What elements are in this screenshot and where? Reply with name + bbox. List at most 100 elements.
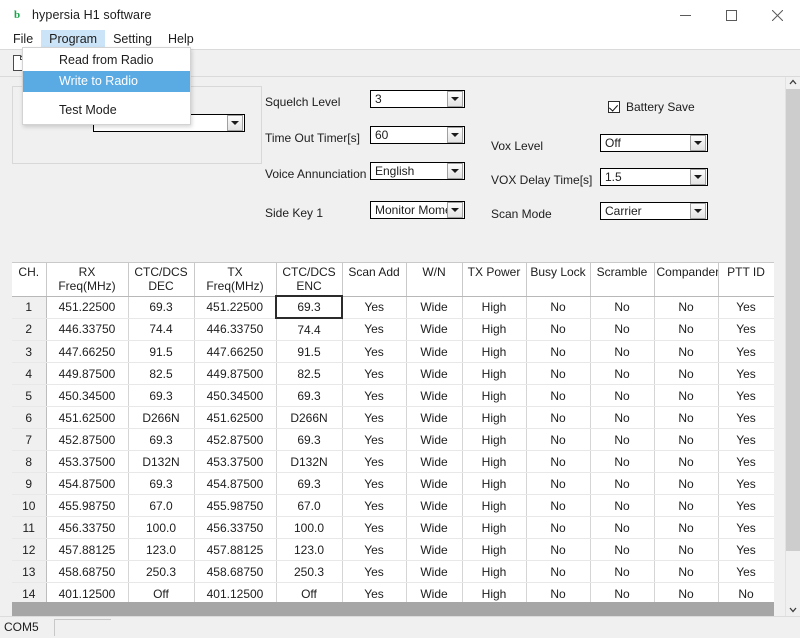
table-cell[interactable]: High [462, 517, 526, 539]
table-cell[interactable]: Wide [406, 561, 462, 583]
chevron-down-icon[interactable] [447, 163, 463, 179]
table-cell[interactable]: No [590, 451, 654, 473]
table-cell[interactable]: 456.33750 [46, 517, 128, 539]
table-cell[interactable]: Wide [406, 517, 462, 539]
table-cell[interactable]: Yes [342, 583, 406, 604]
table-cell[interactable]: No [590, 385, 654, 407]
row-header-cell[interactable]: 5 [12, 385, 46, 407]
row-header-cell[interactable]: 12 [12, 539, 46, 561]
table-cell[interactable]: 449.87500 [194, 363, 276, 385]
table-cell[interactable]: 100.0 [128, 517, 194, 539]
battery-save-checkbox[interactable]: Battery Save [608, 100, 695, 114]
table-cell[interactable]: No [654, 385, 718, 407]
table-row[interactable]: 9454.8750069.3454.8750069.3YesWideHighNo… [12, 473, 774, 495]
table-cell[interactable]: 450.34500 [46, 385, 128, 407]
table-row[interactable]: 2446.3375074.4446.3375074.4YesWideHighNo… [12, 318, 774, 341]
table-cell[interactable]: No [654, 407, 718, 429]
table-cell[interactable]: No [590, 583, 654, 604]
table-cell[interactable]: 100.0 [276, 517, 342, 539]
table-cell[interactable]: Wide [406, 451, 462, 473]
table-cell[interactable]: 82.5 [128, 363, 194, 385]
table-cell[interactable]: No [526, 429, 590, 451]
table-cell[interactable]: Yes [718, 363, 774, 385]
table-cell[interactable]: Wide [406, 385, 462, 407]
vox-delay-time-combo[interactable]: 1.5 [600, 168, 708, 186]
table-cell[interactable]: 250.3 [128, 561, 194, 583]
table-cell[interactable]: Yes [718, 296, 774, 318]
row-header-cell[interactable]: 3 [12, 341, 46, 363]
table-cell[interactable]: 457.88125 [194, 539, 276, 561]
table-cell[interactable]: High [462, 385, 526, 407]
table-row[interactable]: 3447.6625091.5447.6625091.5YesWideHighNo… [12, 341, 774, 363]
table-cell[interactable]: No [654, 451, 718, 473]
table-cell[interactable]: No [654, 296, 718, 318]
column-header-4[interactable]: CTC/DCSENC [276, 263, 342, 296]
row-header-cell[interactable]: 13 [12, 561, 46, 583]
table-cell[interactable]: 456.33750 [194, 517, 276, 539]
table-cell[interactable]: Wide [406, 363, 462, 385]
table-cell[interactable]: Wide [406, 473, 462, 495]
table-cell[interactable]: No [526, 473, 590, 495]
table-cell[interactable]: High [462, 583, 526, 604]
chevron-down-icon[interactable] [690, 135, 706, 151]
table-cell[interactable]: Wide [406, 407, 462, 429]
table-row[interactable]: 4449.8750082.5449.8750082.5YesWideHighNo… [12, 363, 774, 385]
table-row[interactable]: 7452.8750069.3452.8750069.3YesWideHighNo… [12, 429, 774, 451]
table-row[interactable]: 13458.68750250.3458.68750250.3YesWideHig… [12, 561, 774, 583]
table-cell[interactable]: 67.0 [276, 495, 342, 517]
table-cell[interactable]: No [590, 539, 654, 561]
table-cell[interactable]: 446.33750 [46, 318, 128, 341]
table-cell[interactable]: No [526, 495, 590, 517]
row-header-cell[interactable]: 11 [12, 517, 46, 539]
table-cell[interactable]: No [526, 451, 590, 473]
table-cell[interactable]: Yes [342, 517, 406, 539]
column-header-7[interactable]: TX Power [462, 263, 526, 296]
table-cell[interactable]: 74.4 [276, 318, 342, 341]
table-cell[interactable]: 452.87500 [194, 429, 276, 451]
table-cell[interactable]: No [526, 407, 590, 429]
table-cell[interactable]: Yes [718, 517, 774, 539]
table-row[interactable]: 10455.9875067.0455.9875067.0YesWideHighN… [12, 495, 774, 517]
table-cell[interactable]: 447.66250 [46, 341, 128, 363]
table-cell[interactable]: Yes [718, 561, 774, 583]
table-cell[interactable]: 250.3 [276, 561, 342, 583]
table-cell[interactable]: High [462, 561, 526, 583]
table-cell[interactable]: 123.0 [276, 539, 342, 561]
table-cell[interactable]: No [526, 583, 590, 604]
table-cell[interactable]: Yes [342, 341, 406, 363]
column-header-11[interactable]: PTT ID [718, 263, 774, 296]
table-cell[interactable]: High [462, 539, 526, 561]
scrollbar-thumb[interactable] [786, 89, 800, 551]
table-cell[interactable]: High [462, 341, 526, 363]
row-header-cell[interactable]: 8 [12, 451, 46, 473]
table-cell[interactable]: Wide [406, 296, 462, 318]
table-cell[interactable]: Yes [342, 318, 406, 341]
table-cell[interactable]: 69.3 [128, 429, 194, 451]
column-header-3[interactable]: TXFreq(MHz) [194, 263, 276, 296]
table-cell[interactable]: High [462, 296, 526, 318]
table-row[interactable]: 5450.3450069.3450.3450069.3YesWideHighNo… [12, 385, 774, 407]
table-cell[interactable]: D266N [276, 407, 342, 429]
table-cell[interactable]: 401.12500 [194, 583, 276, 604]
table-cell[interactable]: 69.3 [128, 385, 194, 407]
table-cell[interactable]: 447.66250 [194, 341, 276, 363]
table-cell[interactable]: 458.68750 [194, 561, 276, 583]
table-row[interactable]: 12457.88125123.0457.88125123.0YesWideHig… [12, 539, 774, 561]
table-cell[interactable]: Yes [342, 363, 406, 385]
table-cell[interactable]: Wide [406, 583, 462, 604]
column-header-5[interactable]: Scan Add [342, 263, 406, 296]
table-cell[interactable]: No [590, 429, 654, 451]
menu-item-read-from-radio[interactable]: Read from Radio [23, 50, 190, 71]
table-cell[interactable]: 69.3 [128, 296, 194, 318]
table-cell[interactable]: 91.5 [276, 341, 342, 363]
table-cell[interactable]: Yes [342, 385, 406, 407]
table-cell[interactable]: 450.34500 [194, 385, 276, 407]
table-cell[interactable]: Yes [718, 539, 774, 561]
row-header-cell[interactable]: 10 [12, 495, 46, 517]
table-cell[interactable]: 69.3 [276, 385, 342, 407]
program-dropdown-menu[interactable]: Read from Radio Write to Radio Test Mode [22, 47, 191, 125]
table-cell[interactable]: Off [276, 583, 342, 604]
table-cell[interactable]: Off [128, 583, 194, 604]
table-cell[interactable]: No [654, 318, 718, 341]
table-cell[interactable]: Yes [342, 429, 406, 451]
